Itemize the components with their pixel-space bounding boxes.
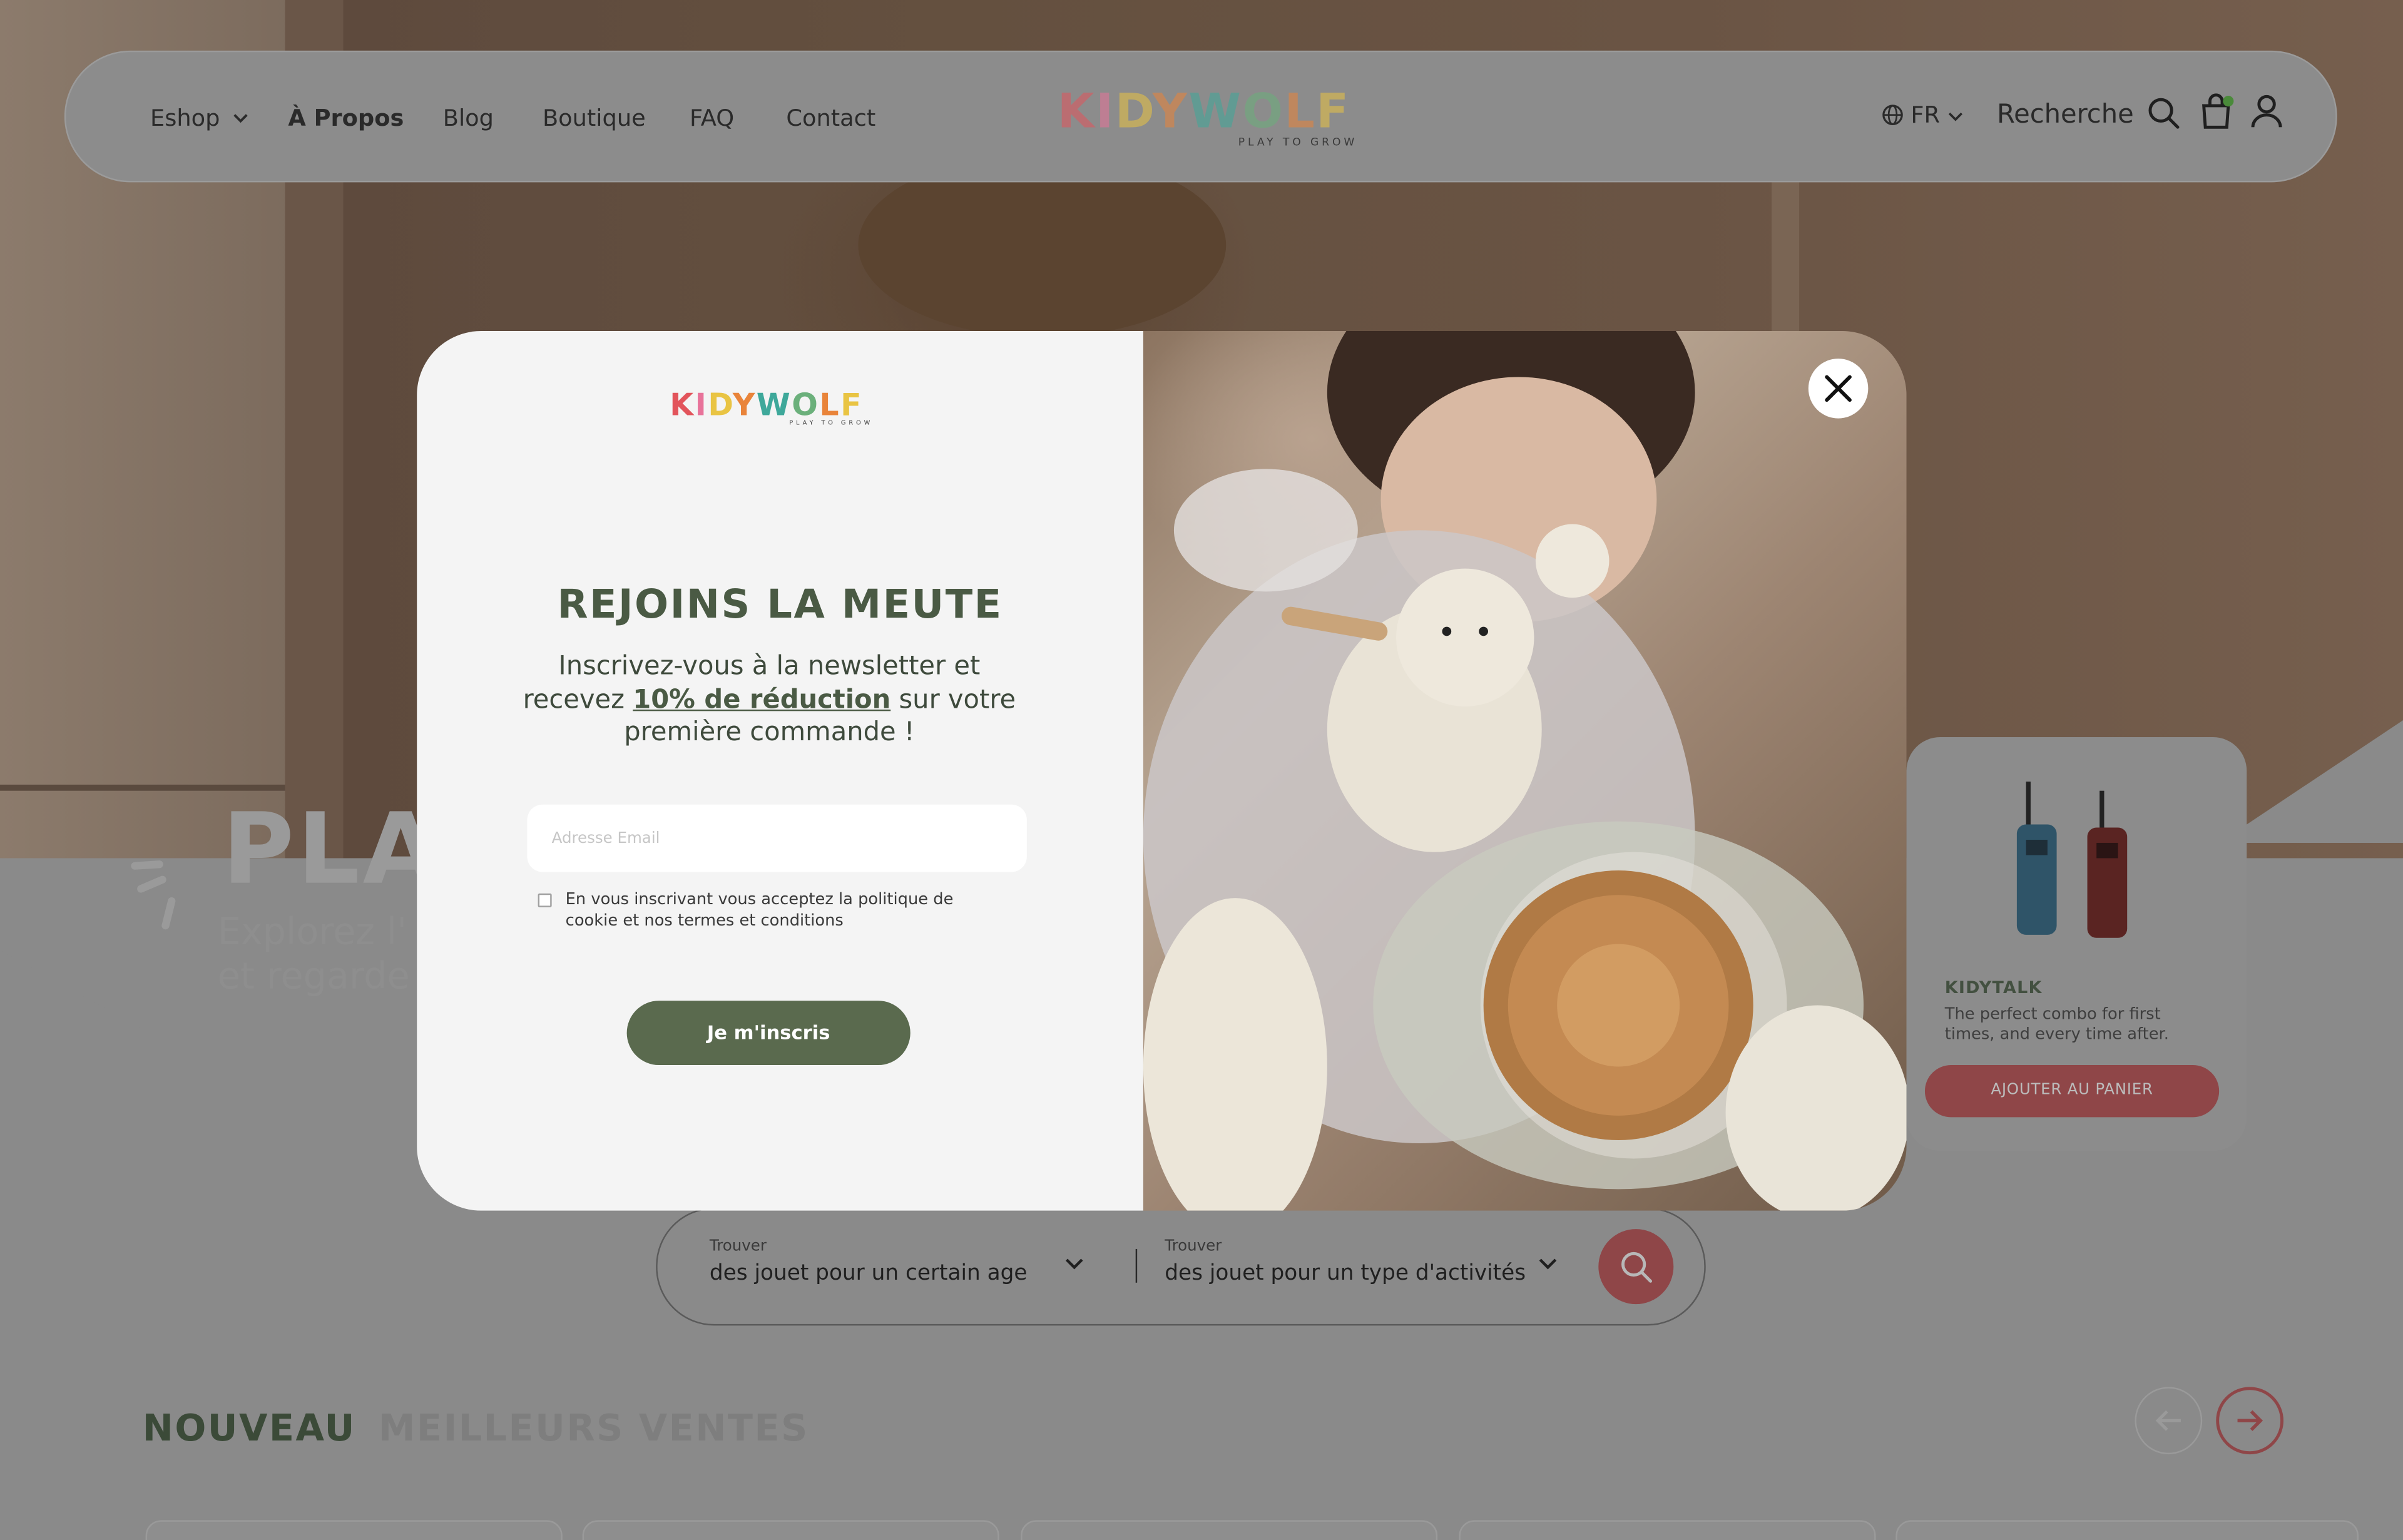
header-logo-tagline: PLAY TO GROW: [1238, 136, 1358, 149]
tab-best-sellers[interactable]: MEILLEURS VENTES: [379, 1407, 809, 1450]
product-card-preview: [1895, 1520, 2359, 1540]
carousel-prev-button[interactable]: [2135, 1387, 2203, 1455]
search-icon: [1621, 1252, 1653, 1283]
walkie-talkie-image: [2016, 781, 2128, 938]
chevron-down-icon: [1065, 1258, 1083, 1270]
chevron-down-icon: [1947, 112, 1962, 121]
subscribe-button[interactable]: Je m'inscris: [626, 1001, 911, 1066]
newsletter-photo: [1143, 330, 1907, 1211]
hero-subtitle-line2: et regarde: [217, 954, 410, 998]
search-link[interactable]: Recherche: [1997, 99, 2134, 130]
hero-diagonal-left: [0, 950, 200, 1061]
language-label: FR: [1911, 101, 1941, 129]
tab-new[interactable]: NOUVEAU: [143, 1407, 356, 1450]
newsletter-modal: [417, 330, 1907, 1211]
globe-icon: [1882, 105, 1903, 125]
hero-subtitle: Explorez l' et regarde: [218, 910, 410, 999]
product-name: KIDYTALK: [1944, 977, 2043, 998]
spark-icon: [131, 860, 176, 930]
viewport: PLAY Explorez l' et regarde Eshop À Prop…: [0, 0, 2403, 1540]
age-filter-label: Trouver: [709, 1238, 767, 1255]
product-card-preview: [582, 1520, 999, 1540]
close-icon: [1825, 375, 1852, 402]
arrow-right-icon: [2237, 1410, 2263, 1431]
close-modal-button[interactable]: [1808, 359, 1869, 419]
chevron-down-icon: [234, 114, 248, 123]
activity-filter-label: Trouver: [1165, 1238, 1222, 1255]
cart-icon[interactable]: [2199, 92, 2236, 132]
chevron-down-icon: [1539, 1258, 1557, 1270]
modal-description: Inscrivez-vous à la newsletter et receve…: [506, 651, 1033, 750]
modal-logo-wordmark: KIDYWOLF: [670, 386, 864, 423]
activity-filter-select[interactable]: Trouver des jouet pour un type d'activit…: [1165, 1235, 1560, 1297]
consent-label: En vous inscrivant vous acceptez la poli…: [565, 890, 954, 931]
search-divider: [1135, 1248, 1138, 1283]
modal-title: REJOINS LA MEUTE: [557, 582, 1003, 629]
arrow-left-icon: [2155, 1410, 2181, 1431]
header-logo[interactable]: KIDYWOLF PLAY TO GROW: [1058, 84, 1382, 152]
nav-boutique[interactable]: Boutique: [543, 105, 646, 132]
user-icon[interactable]: [2250, 93, 2283, 130]
activity-filter-value: des jouet pour un type d'activités: [1165, 1261, 1526, 1286]
product-card-preview: [1021, 1520, 1438, 1540]
newsletter-form-panel: [417, 330, 1143, 1211]
nav-faq[interactable]: FAQ: [690, 105, 734, 132]
language-selector[interactable]: FR: [1882, 101, 1962, 129]
header-logo-wordmark: KIDYWOLF: [1057, 84, 1350, 140]
product-card-preview: [145, 1520, 563, 1540]
nav-contact[interactable]: Contact: [786, 105, 875, 132]
nav-about[interactable]: À Propos: [288, 105, 404, 132]
search-submit-button[interactable]: [1598, 1229, 1674, 1305]
nav-eshop[interactable]: Eshop: [150, 105, 250, 132]
email-input[interactable]: [527, 804, 1027, 872]
product-card-preview: [1459, 1520, 1876, 1540]
nav-blog[interactable]: Blog: [443, 105, 494, 132]
age-filter-select[interactable]: Trouver des jouet pour un certain age: [710, 1235, 1093, 1297]
child-with-plush-photo: [1143, 330, 1907, 1211]
discount-highlight: 10% de réduction: [633, 684, 891, 715]
modal-logo-tagline: PLAY TO GROW: [789, 418, 874, 426]
product-description: The perfect combo for first times, and e…: [1944, 1005, 2169, 1044]
age-filter-value: des jouet pour un certain age: [709, 1261, 1028, 1286]
carousel-next-button[interactable]: [2216, 1387, 2284, 1455]
modal-logo: KIDYWOLF PLAY TO GROW: [670, 386, 884, 432]
add-to-cart-button[interactable]: AJOUTER AU PANIER: [1924, 1065, 2220, 1118]
nav-eshop-label: Eshop: [150, 104, 220, 132]
consent-checkbox[interactable]: [538, 893, 552, 907]
search-icon[interactable]: [2147, 96, 2181, 130]
hero-subtitle-line1: Explorez l': [217, 910, 407, 954]
